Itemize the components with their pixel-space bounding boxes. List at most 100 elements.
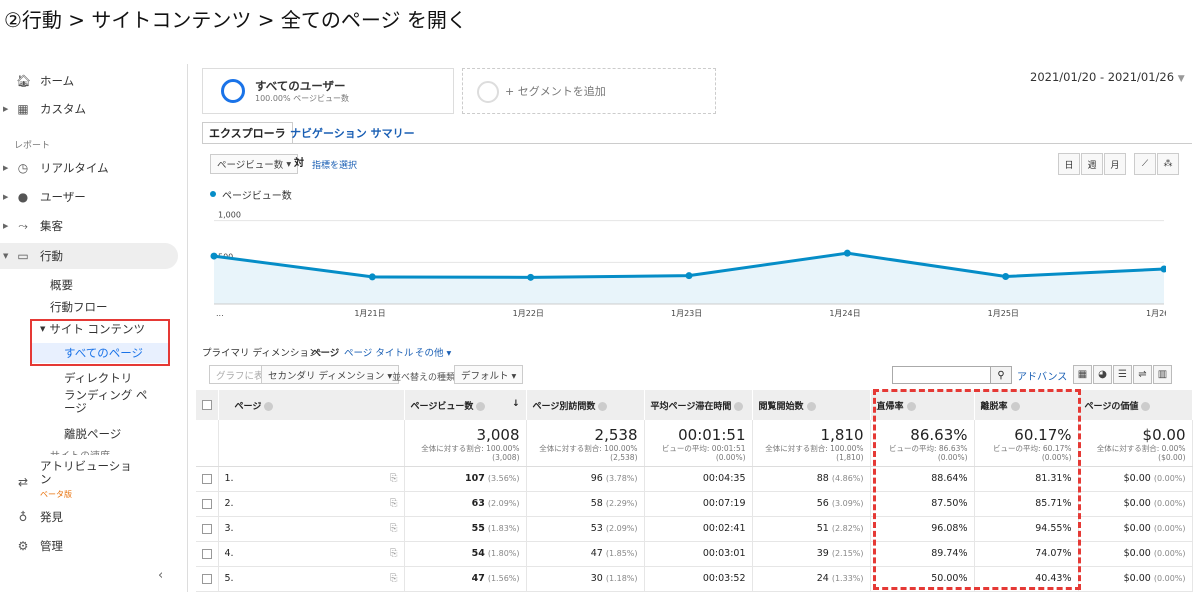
- sidebar-sub-landing[interactable]: ランディング ページ: [64, 389, 158, 415]
- dimension-other[interactable]: その他 ▾: [415, 345, 451, 359]
- bounce-rate-cell: 96.08%: [870, 516, 975, 542]
- sidebar-item-attribution[interactable]: ⇄ アトリビューション: [0, 460, 188, 490]
- day-button[interactable]: 日: [1058, 153, 1080, 175]
- acquisition-icon: ⤳: [18, 218, 28, 233]
- dimension-page-title[interactable]: ページ タイトル: [344, 345, 413, 359]
- header-bounce-rate[interactable]: 直帰率: [870, 390, 975, 420]
- unique-pageviews-cell: 96 (3.78%): [526, 466, 645, 492]
- sidebar-item-audience[interactable]: ▶ ● ユーザー: [0, 184, 188, 210]
- comparison-view-icon[interactable]: ⇌: [1133, 365, 1152, 384]
- unique-pageviews-cell: 30 (1.18%): [526, 566, 645, 592]
- sidebar-sub-exit[interactable]: 離脱ページ: [64, 426, 121, 442]
- month-button[interactable]: 月: [1104, 153, 1126, 175]
- table-row[interactable]: 2. ⎘ 63 (2.09%) 58 (2.29%) 00:07:19 56 (3.09%…: [196, 491, 1193, 517]
- data-point: [1002, 273, 1010, 280]
- search-icon[interactable]: ⚲: [990, 366, 1012, 384]
- copy-icon[interactable]: ⎘: [390, 523, 398, 534]
- x-tick-label: 1月25日: [988, 309, 1019, 318]
- bounce-rate-cell: 50.00%: [870, 566, 975, 592]
- pageviews-cell: 54 (1.80%): [404, 541, 527, 567]
- pie-view-icon[interactable]: ◕: [1093, 365, 1112, 384]
- sort-type-select[interactable]: デフォルト ▾: [454, 365, 524, 384]
- header-checkbox[interactable]: [196, 390, 219, 420]
- sidebar-item-home[interactable]: 🏠︎ ホーム: [0, 68, 188, 94]
- x-tick-label: 1月21日: [354, 309, 385, 318]
- header-avg-time[interactable]: 平均ページ滞在時間: [644, 390, 753, 420]
- sidebar-item-discover[interactable]: ♁ 発見: [0, 504, 188, 530]
- page-cell[interactable]: 4. ⎘: [218, 541, 405, 567]
- copy-icon[interactable]: ⎘: [390, 498, 398, 509]
- copy-icon[interactable]: ⎘: [390, 573, 398, 584]
- exit-rate-cell: 74.07%: [974, 541, 1079, 567]
- y-tick-label: 1,000: [218, 211, 241, 220]
- sidebar-sub-flow[interactable]: 行動フロー: [50, 299, 108, 315]
- table-header-row: ページ ページビュー数 ↓ ページ別訪問数 平均ページ滞在時間 閲覧開始数 直帰率…: [196, 390, 1193, 420]
- table-row[interactable]: 3. ⎘ 55 (1.83%) 53 (2.09%) 00:02:41 51 (2.82%…: [196, 516, 1193, 542]
- page-cell[interactable]: 3. ⎘: [218, 516, 405, 542]
- primary-dimension-label: プライマリ ディメンション:: [202, 348, 322, 359]
- caret-right-icon: ▶: [3, 164, 9, 172]
- highlight-box-nav: [30, 319, 170, 366]
- choose-metric-link[interactable]: 指標を選択: [312, 158, 357, 171]
- unique-pageviews-cell: 58 (2.29%): [526, 491, 645, 517]
- secondary-dimension-select[interactable]: セカンダリ ディメンション ▾: [261, 365, 400, 384]
- table-row[interactable]: 4. ⎘ 54 (1.80%) 47 (1.85%) 00:03:01 39 (2.15%…: [196, 541, 1193, 567]
- summary-cell: 2,538 全体に対する割合: 100.00% (2,538): [526, 420, 645, 467]
- date-range-picker[interactable]: 2021/01/20 - 2021/01/26 ▼: [1030, 70, 1185, 84]
- page-value-cell: $0.00 (0.00%): [1078, 566, 1193, 592]
- sidebar-sub-directory[interactable]: ディレクトリ: [64, 370, 132, 386]
- select-all-checkbox[interactable]: [202, 399, 212, 410]
- summary-cell: 60.17% ビューの平均: 60.17% (0.00%): [974, 420, 1079, 467]
- header-page[interactable]: ページ: [218, 390, 405, 420]
- copy-icon[interactable]: ⎘: [390, 548, 398, 559]
- page-cell[interactable]: 5. ⎘: [218, 566, 405, 592]
- sidebar-sub-site-speed[interactable]: サイトの速度: [50, 447, 110, 455]
- header-exit-rate[interactable]: 離脱率: [974, 390, 1079, 420]
- sidebar-sub-overview[interactable]: 概要: [50, 277, 73, 293]
- metric-select[interactable]: ページビュー数 ▾: [210, 154, 299, 174]
- sidebar-item-custom[interactable]: ▶ ▦ カスタム: [0, 96, 188, 122]
- exit-rate-cell: 94.55%: [974, 516, 1079, 542]
- tab-explorer[interactable]: エクスプローラ: [202, 122, 293, 144]
- advanced-filter-link[interactable]: アドバンス: [1017, 368, 1067, 383]
- header-page-value[interactable]: ページの価値: [1078, 390, 1193, 420]
- add-segment-button[interactable]: + セグメントを追加: [462, 68, 716, 114]
- page-value-cell: $0.00 (0.00%): [1078, 491, 1193, 517]
- data-point: [210, 252, 218, 260]
- segment-circle-icon: [221, 79, 245, 103]
- page-cell[interactable]: 1. ⎘: [218, 466, 405, 492]
- week-button[interactable]: 週: [1081, 153, 1103, 175]
- row-checkbox[interactable]: [202, 523, 212, 534]
- row-checkbox[interactable]: [202, 548, 212, 559]
- table-view-icon[interactable]: ▦: [1073, 365, 1092, 384]
- tab-navigation-summary[interactable]: ナビゲーション サマリー: [284, 122, 421, 144]
- pageviews-chart: 1,000500...1月21日1月22日1月23日1月24日1月25日1月26…: [210, 211, 1166, 318]
- pivot-view-icon[interactable]: ▥: [1153, 365, 1172, 384]
- table-row[interactable]: 5. ⎘ 47 (1.56%) 30 (1.18%) 00:03:52 24 (1.33%…: [196, 566, 1193, 592]
- legend-dot: [210, 191, 216, 197]
- sidebar-item-admin[interactable]: ⚙ 管理: [0, 533, 188, 559]
- row-checkbox[interactable]: [202, 498, 212, 509]
- performance-view-icon[interactable]: ☰: [1113, 365, 1132, 384]
- table-row[interactable]: 1. ⎘ 107 (3.56%) 96 (3.78%) 00:04:35 88 (4.86…: [196, 466, 1193, 492]
- copy-icon[interactable]: ⎘: [390, 473, 398, 484]
- header-pageviews[interactable]: ページビュー数 ↓: [404, 390, 527, 420]
- page-cell[interactable]: 2. ⎘: [218, 491, 405, 517]
- motion-chart-icon[interactable]: ⁂: [1157, 153, 1179, 175]
- row-checkbox[interactable]: [202, 573, 212, 584]
- collapse-sidebar-icon[interactable]: ‹: [158, 568, 163, 583]
- attribution-icon: ⇄: [17, 475, 29, 489]
- header-unique-pageviews[interactable]: ページ別訪問数: [526, 390, 645, 420]
- segment-all-users[interactable]: すべてのユーザー 100.00% ページビュー数: [202, 68, 454, 114]
- sidebar-item-acquisition[interactable]: ▶ ⤳ 集客: [0, 213, 188, 239]
- line-chart-icon[interactable]: ⟋: [1134, 153, 1156, 175]
- data-point: [843, 249, 851, 257]
- row-checkbox[interactable]: [202, 473, 212, 484]
- header-entrances[interactable]: 閲覧開始数: [752, 390, 871, 420]
- bounce-rate-cell: 88.64%: [870, 466, 975, 492]
- exit-rate-cell: 81.31%: [974, 466, 1079, 492]
- sidebar-item-behavior[interactable]: ▼ ▭ 行動: [0, 243, 178, 269]
- summary-cell: 00:01:51 ビューの平均: 00:01:51 (0.00%): [644, 420, 753, 467]
- sidebar-item-realtime[interactable]: ▶ ◷ リアルタイム: [0, 155, 188, 181]
- dimension-page[interactable]: ページ: [311, 345, 339, 359]
